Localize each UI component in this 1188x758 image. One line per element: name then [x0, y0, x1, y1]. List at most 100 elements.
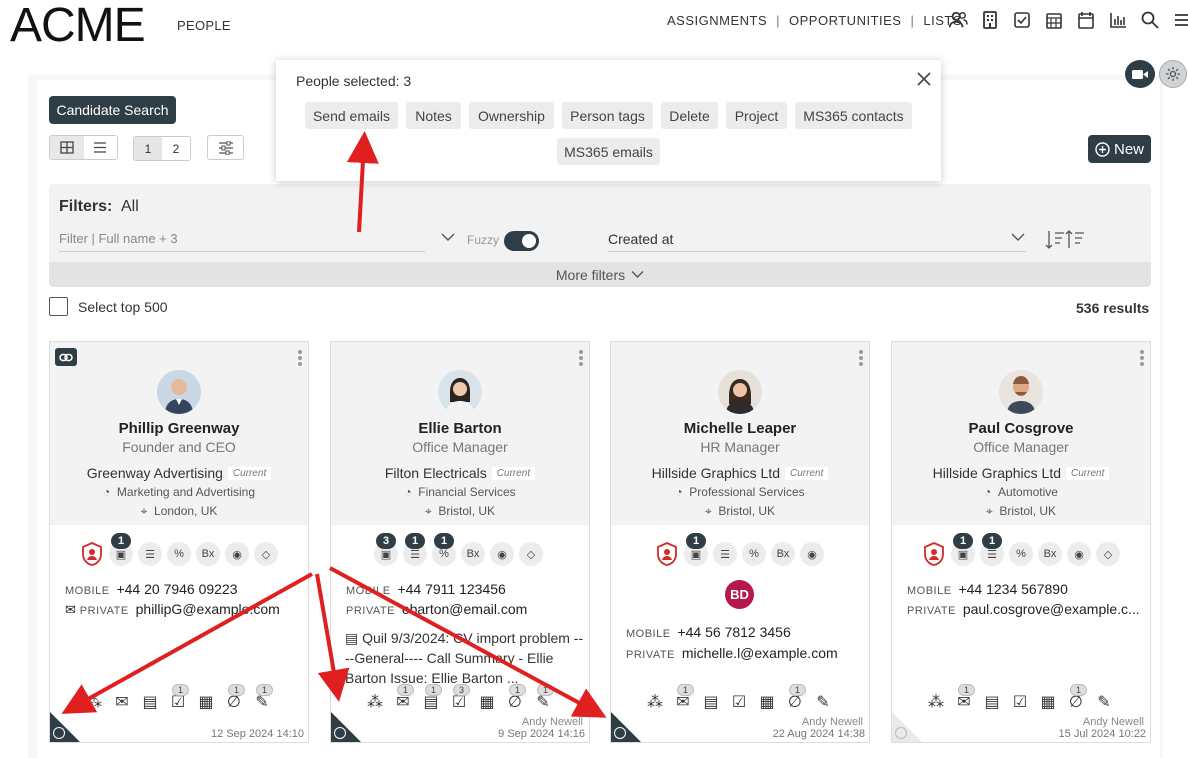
bx-icon[interactable]: Bx — [461, 542, 485, 566]
sort-select[interactable]: Created at — [608, 231, 1026, 252]
attachment-icon[interactable]: ∅ 1 — [1068, 684, 1087, 711]
send-emails-button[interactable]: Send emails — [305, 102, 398, 129]
sort-order-icon[interactable] — [1045, 230, 1089, 250]
nav-assignments[interactable]: ASSIGNMENTS — [667, 13, 767, 28]
task-icon[interactable]: ☑ 3 — [451, 684, 470, 711]
delete-button[interactable]: Delete — [661, 102, 718, 129]
document-icon[interactable]: ▤ — [142, 694, 158, 711]
project-button[interactable]: Project — [726, 102, 787, 129]
percent-icon[interactable]: % — [167, 542, 191, 566]
card-menu-icon[interactable] — [298, 350, 302, 368]
person-tags-button[interactable]: Person tags — [562, 102, 653, 129]
person-card[interactable]: Ellie Barton Office Manager Filton Elect… — [330, 341, 590, 743]
gdpr-shield-icon[interactable] — [80, 542, 104, 566]
person-name[interactable]: Paul Cosgrove — [892, 420, 1150, 437]
mobile-row[interactable]: MOBILE +44 56 7812 3456 — [626, 624, 791, 640]
eye-icon[interactable]: ◉ — [225, 542, 249, 566]
mobile-row[interactable]: MOBILE +44 1234 567890 — [907, 581, 1068, 597]
calendar-icon[interactable]: ▦ — [479, 694, 495, 711]
list-view-button[interactable] — [84, 136, 118, 159]
chevron-down-icon[interactable] — [1011, 232, 1025, 242]
mail-icon[interactable]: ✉ 1 — [675, 684, 694, 711]
task-icon[interactable]: ☑ — [1012, 694, 1028, 711]
selected-check-icon[interactable] — [53, 727, 65, 739]
email-row[interactable]: PRIVATE ebarton@email.com — [346, 601, 527, 617]
signature-icon[interactable]: ✎ 1 — [254, 684, 273, 711]
checkbox-icon[interactable] — [1012, 10, 1032, 30]
initials-avatar[interactable]: BD — [725, 580, 754, 609]
person-card[interactable]: Phillip Greenway Founder and CEO Greenwa… — [49, 341, 309, 743]
candidate-search-button[interactable]: Candidate Search — [49, 96, 176, 124]
task-icon[interactable]: ☑ — [731, 694, 747, 711]
bar-chart-icon[interactable] — [1108, 10, 1128, 30]
network-icon[interactable]: ⁂ — [928, 694, 944, 711]
attachment-icon[interactable]: ∅ 1 — [787, 684, 806, 711]
percent-icon[interactable]: % 1 — [432, 533, 456, 566]
page-1-button[interactable]: 1 — [134, 137, 162, 160]
person-card[interactable]: Paul Cosgrove Office Manager Hillside Gr… — [891, 341, 1151, 743]
link-icon[interactable] — [55, 348, 77, 366]
document-icon[interactable]: ▤ 1 — [423, 684, 442, 711]
network-icon[interactable]: ⁂ — [647, 694, 663, 711]
contact-card-icon[interactable]: ▣ 1 — [951, 533, 975, 566]
signature-icon[interactable]: ✎ 1 — [535, 684, 554, 711]
mobile-row[interactable]: MOBILE +44 7911 123456 — [346, 581, 506, 597]
bx-icon[interactable]: Bx — [196, 542, 220, 566]
ms365-emails-button[interactable]: MS365 emails — [557, 138, 660, 165]
list-icon[interactable]: ☰ — [138, 542, 162, 566]
email-row[interactable]: ✉ PRIVATE phillipG@example.com — [65, 601, 280, 618]
person-card[interactable]: Michelle Leaper HR Manager Hillside Grap… — [610, 341, 870, 743]
percent-icon[interactable]: % — [742, 542, 766, 566]
select-top-checkbox-row[interactable]: Select top 500 — [49, 297, 168, 316]
calendar-icon[interactable]: ▦ — [759, 694, 775, 711]
ownership-button[interactable]: Ownership — [469, 102, 554, 129]
page-2-button[interactable]: 2 — [162, 137, 190, 160]
percent-icon[interactable]: % — [1009, 542, 1033, 566]
bx-icon[interactable]: Bx — [1038, 542, 1062, 566]
contact-card-icon[interactable]: ▣ 1 — [109, 533, 133, 566]
signature-icon[interactable]: ✎ — [815, 694, 831, 711]
close-icon[interactable] — [916, 71, 932, 87]
chevron-down-icon[interactable] — [441, 232, 455, 242]
tag-icon[interactable]: ◇ — [254, 542, 278, 566]
company-name[interactable]: Filton Electricals — [385, 465, 487, 481]
person-name[interactable]: Michelle Leaper — [611, 420, 869, 437]
menu-icon[interactable] — [1172, 10, 1188, 30]
list-icon[interactable]: ☰ — [713, 542, 737, 566]
filter-settings-button[interactable] — [207, 135, 244, 160]
latest-note[interactable]: ▤ Quil 9/3/2024: CV import problem ----G… — [345, 628, 585, 688]
company-name[interactable]: Hillside Graphics Ltd — [933, 465, 1061, 481]
signature-icon[interactable]: ✎ — [1096, 694, 1112, 711]
mail-icon[interactable]: ✉ 1 — [395, 684, 414, 711]
network-icon[interactable]: ⁂ — [367, 694, 383, 711]
mail-icon[interactable]: ✉ 1 — [956, 684, 975, 711]
company-name[interactable]: Greenway Advertising — [87, 465, 223, 481]
bx-icon[interactable]: Bx — [771, 542, 795, 566]
calendar-icon[interactable]: ▦ — [1040, 694, 1056, 711]
calendar-icon[interactable]: ▦ — [198, 694, 214, 711]
email[interactable]: paul.cosgrove@example.c... — [963, 601, 1140, 617]
eye-icon[interactable]: ◉ — [800, 542, 824, 566]
mail-icon[interactable]: ✉ — [114, 694, 130, 711]
list-icon[interactable]: ☰ 1 — [403, 533, 427, 566]
task-icon[interactable]: ☑ 1 — [170, 684, 189, 711]
card-menu-icon[interactable] — [1140, 350, 1144, 368]
email-row[interactable]: PRIVATE michelle.l@example.com — [626, 645, 838, 661]
contact-card-icon[interactable]: ▣ 3 — [374, 533, 398, 566]
card-menu-icon[interactable] — [579, 350, 583, 368]
person-name[interactable]: Phillip Greenway — [50, 420, 308, 437]
selected-check-icon[interactable] — [334, 727, 346, 739]
tag-icon[interactable]: ◇ — [1096, 542, 1120, 566]
mobile-number[interactable]: +44 1234 567890 — [958, 581, 1067, 597]
more-filters-button[interactable]: More filters — [49, 262, 1151, 287]
mobile-number[interactable]: +44 7911 123456 — [397, 581, 505, 597]
eye-icon[interactable]: ◉ — [1067, 542, 1091, 566]
network-icon[interactable]: ⁂ — [86, 694, 102, 711]
ms365-contacts-button[interactable]: MS365 contacts — [795, 102, 912, 129]
attachment-icon[interactable]: ∅ 1 — [507, 684, 526, 711]
mobile-number[interactable]: +44 20 7946 09223 — [116, 581, 237, 597]
gdpr-shield-icon[interactable] — [922, 542, 946, 566]
building-icon[interactable] — [980, 10, 1000, 30]
company-name[interactable]: Hillside Graphics Ltd — [652, 465, 780, 481]
calendar-grid-icon[interactable] — [1044, 10, 1064, 30]
